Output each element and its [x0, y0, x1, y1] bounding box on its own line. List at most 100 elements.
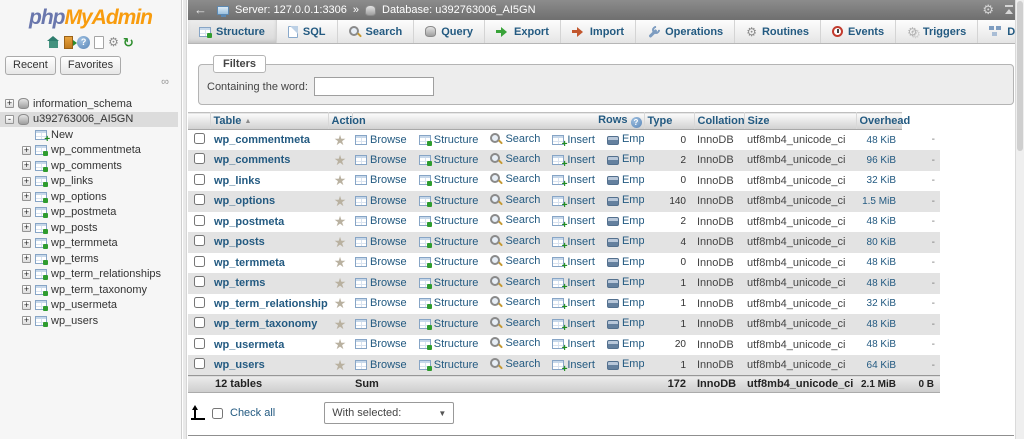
tree-item-new[interactable]: New [0, 127, 178, 145]
browse-action[interactable]: Browse [355, 338, 407, 350]
favorite-star-icon[interactable]: ★ [334, 316, 347, 332]
tab-sql[interactable]: SQL [277, 20, 338, 43]
table-name-link[interactable]: wp_options [213, 195, 275, 207]
browse-action[interactable]: Browse [355, 318, 407, 330]
tree-expander[interactable]: + [22, 223, 31, 233]
vertical-scrollbar[interactable] [1015, 0, 1024, 439]
search-action[interactable]: Search [490, 337, 540, 349]
browse-action[interactable]: Browse [355, 277, 407, 289]
table-name-link[interactable]: wp_term_relationships [213, 298, 328, 310]
refresh-icon[interactable]: ↻ [123, 36, 134, 49]
tree-expander[interactable]: + [5, 99, 14, 109]
insert-action[interactable]: Insert [552, 154, 595, 170]
tree-expander[interactable]: + [22, 238, 31, 248]
tree-item-wp_term_taxonomy[interactable]: + wp_term_taxonomy [0, 282, 178, 298]
tree-item-information_schema[interactable]: + information_schema [0, 96, 178, 112]
structure-action[interactable]: Structure [418, 215, 478, 228]
tree-item-label[interactable]: wp_term_relationships [51, 268, 161, 280]
favorite-star-icon[interactable]: ★ [334, 234, 347, 250]
tree-item-wp_terms[interactable]: + wp_terms [0, 251, 178, 267]
table-name-link[interactable]: wp_term_taxonomy [213, 318, 317, 330]
table-name-link[interactable]: wp_terms [213, 277, 265, 289]
breadcrumb-server-link[interactable]: Server: 127.0.0.1:3306 [235, 4, 347, 16]
empty-action[interactable]: Empty [606, 338, 644, 350]
insert-action[interactable]: Insert [552, 297, 595, 313]
row-checkbox[interactable] [193, 153, 205, 165]
tree-item-label[interactable]: wp_options [51, 191, 107, 203]
row-checkbox[interactable] [193, 337, 205, 349]
insert-action[interactable]: Insert [552, 174, 595, 190]
insert-action[interactable]: Insert [552, 195, 595, 211]
header-size[interactable]: Size [744, 112, 857, 130]
search-action[interactable]: Search [490, 255, 540, 267]
structure-action[interactable]: Structure [418, 338, 478, 351]
row-checkbox[interactable] [193, 214, 205, 226]
header-table[interactable]: Table ▲ [210, 112, 329, 130]
row-checkbox[interactable] [193, 276, 205, 288]
search-action[interactable]: Search [490, 316, 540, 329]
scroll-top-icon[interactable] [1004, 5, 1014, 15]
row-checkbox[interactable] [193, 255, 205, 267]
insert-action[interactable]: Insert [552, 134, 595, 150]
table-name-link[interactable]: wp_commentmeta [213, 134, 310, 146]
tree-expander[interactable]: - [5, 114, 14, 124]
table-name-link[interactable]: wp_postmeta [213, 216, 284, 228]
table-name-link[interactable]: wp_links [213, 175, 260, 187]
recent-button[interactable]: Recent [5, 56, 56, 75]
insert-action[interactable]: Insert [552, 338, 595, 354]
browse-action[interactable]: Browse [355, 154, 407, 166]
empty-action[interactable]: Empty [606, 276, 644, 288]
browse-action[interactable]: Browse [355, 174, 407, 186]
tree-expander[interactable]: + [22, 145, 31, 155]
rows-help-icon[interactable] [630, 117, 642, 128]
favorite-star-icon[interactable]: ★ [334, 275, 347, 291]
insert-action[interactable]: Insert [552, 359, 595, 375]
table-name-link[interactable]: wp_users [213, 359, 265, 371]
search-action[interactable]: Search [490, 357, 540, 370]
empty-action[interactable]: Empty [606, 358, 644, 370]
search-action[interactable]: Search [490, 173, 540, 185]
tree-item-wp_users[interactable]: + wp_users [0, 313, 178, 329]
insert-action[interactable]: Insert [552, 215, 595, 231]
insert-action[interactable]: Insert [552, 277, 595, 293]
tab-operations[interactable]: Operations [636, 20, 736, 43]
tree-item-label[interactable]: wp_postmeta [51, 206, 116, 218]
tree-item-label[interactable]: wp_posts [51, 222, 97, 234]
favorite-star-icon[interactable]: ★ [334, 357, 347, 373]
row-checkbox[interactable] [193, 194, 205, 206]
header-rows[interactable]: Rows [352, 112, 645, 130]
empty-action[interactable]: Empty [606, 256, 644, 268]
tree-item-wp_comments[interactable]: + wp_comments [0, 158, 178, 174]
tree-item-label[interactable]: wp_termmeta [51, 237, 118, 249]
tree-item-label[interactable]: u392763006_AI5GN [33, 113, 133, 125]
check-all-checkbox[interactable] [212, 407, 223, 419]
panel-splitter[interactable] [183, 0, 187, 439]
tree-item-wp_postmeta[interactable]: + wp_postmeta [0, 205, 178, 221]
tab-structure[interactable]: Structure [188, 20, 277, 43]
link-icon[interactable]: ∞ [161, 76, 169, 88]
structure-action[interactable]: Structure [418, 195, 478, 207]
browse-action[interactable]: Browse [355, 215, 407, 227]
page-settings-gear-icon[interactable]: ⚙ [982, 3, 994, 16]
row-checkbox[interactable] [193, 358, 205, 369]
tree-item-wp_commentmeta[interactable]: + wp_commentmeta [0, 143, 178, 159]
help-icon[interactable] [77, 35, 91, 49]
structure-action[interactable]: Structure [418, 297, 478, 310]
scrollbar-thumb[interactable] [1017, 1, 1023, 151]
breadcrumb-database-link[interactable]: Database: u392763006_AI5GN [382, 4, 536, 16]
empty-action[interactable]: Empty [606, 215, 644, 227]
favorite-star-icon[interactable]: ★ [334, 254, 347, 270]
structure-action[interactable]: Structure [418, 277, 478, 289]
tree-expander[interactable]: + [22, 207, 31, 217]
tree-item-wp_termmeta[interactable]: + wp_termmeta [0, 236, 178, 252]
containing-word-input[interactable] [313, 77, 434, 96]
browse-action[interactable]: Browse [355, 134, 407, 146]
row-checkbox[interactable] [193, 133, 205, 144]
tree-item-label[interactable]: information_schema [33, 98, 132, 110]
check-all-label[interactable]: Check all [230, 407, 275, 419]
search-action[interactable]: Search [490, 132, 540, 145]
table-name-link[interactable]: wp_comments [213, 154, 290, 166]
favorite-star-icon[interactable]: ★ [334, 152, 347, 168]
header-collation[interactable]: Collation [694, 112, 745, 130]
structure-action[interactable]: Structure [418, 256, 478, 269]
